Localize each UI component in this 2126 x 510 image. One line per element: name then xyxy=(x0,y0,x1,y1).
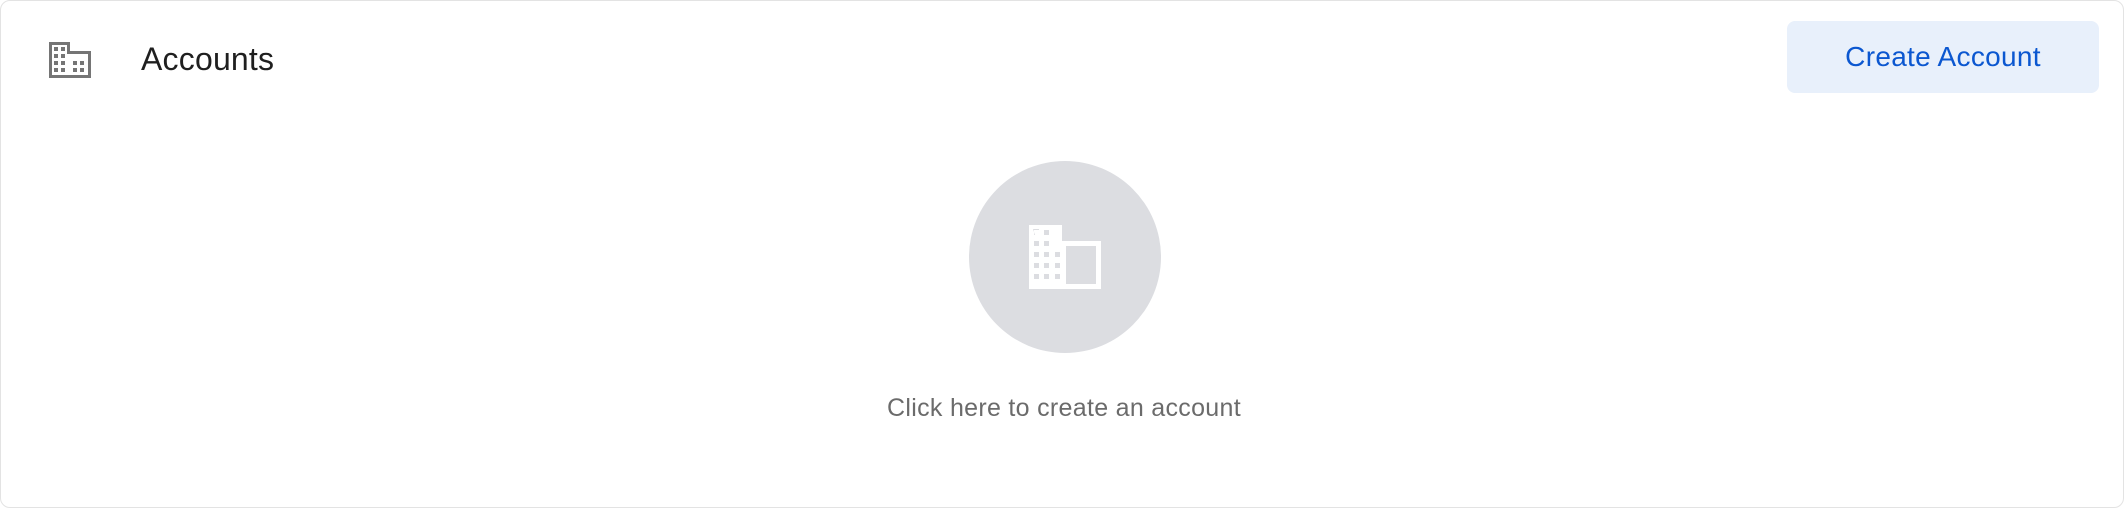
create-account-placeholder[interactable] xyxy=(969,161,1161,353)
building-icon xyxy=(1029,225,1101,289)
create-account-button[interactable]: Create Account xyxy=(1787,21,2099,93)
empty-state-message[interactable]: Click here to create an account xyxy=(1,391,2123,425)
accounts-card: Accounts Create Account Click here to cr… xyxy=(0,0,2124,508)
page-title: Accounts xyxy=(141,41,275,77)
building-icon xyxy=(49,42,91,78)
